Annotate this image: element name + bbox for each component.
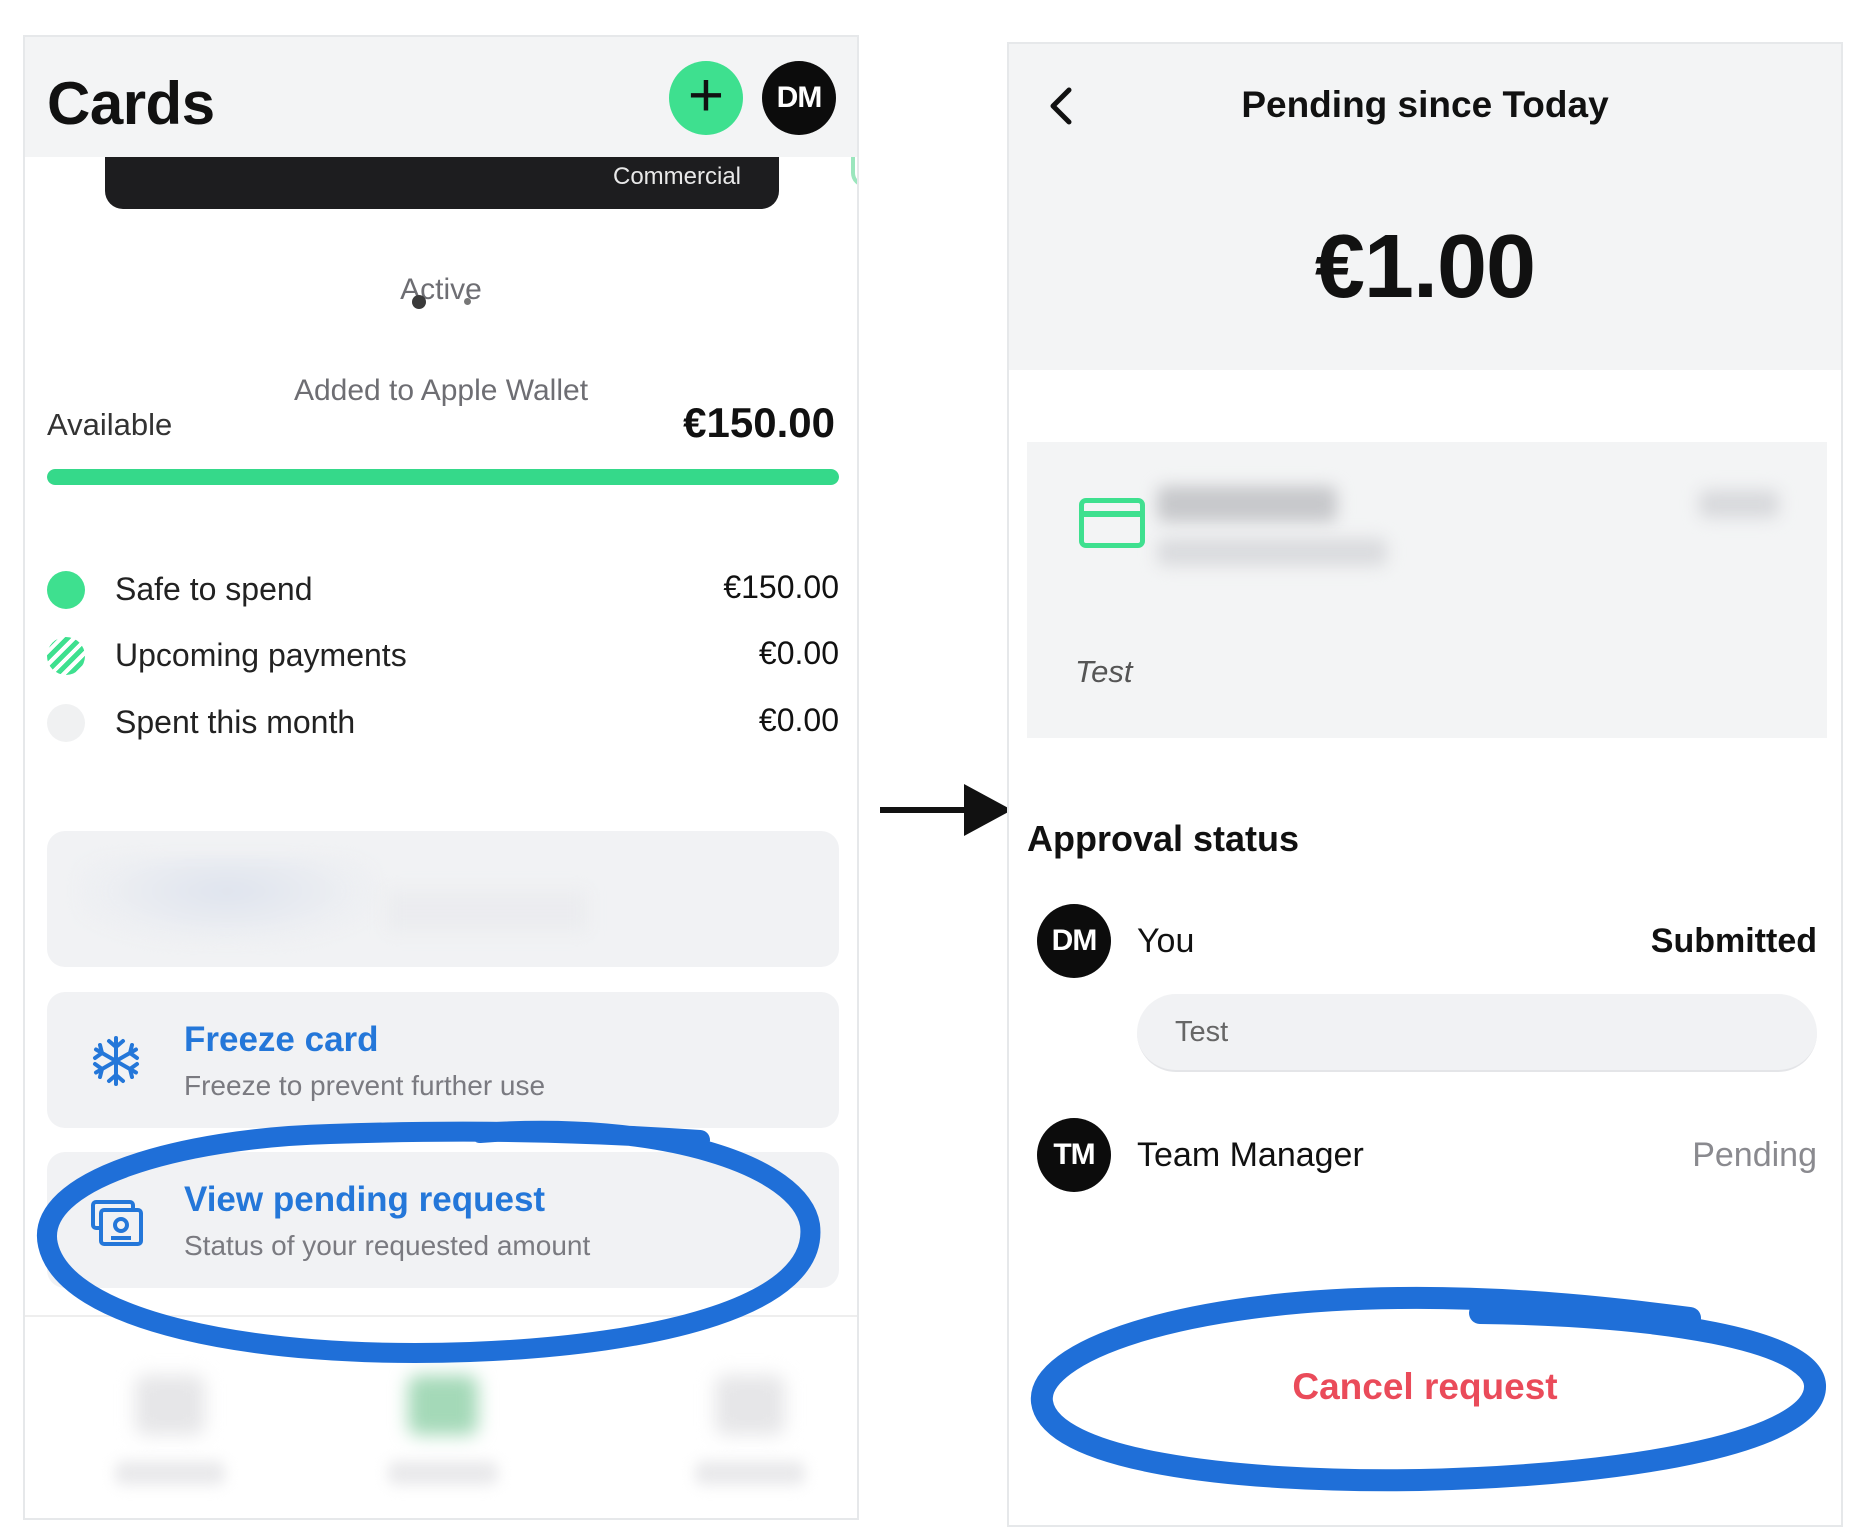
striped-green-dot-icon (47, 637, 85, 675)
solid-green-dot-icon (47, 571, 85, 609)
available-value: €150.00 (683, 399, 835, 446)
flow-arrow-icon (880, 784, 1012, 836)
blurred-panel[interactable] (47, 831, 839, 967)
grey-dot-icon (47, 704, 85, 742)
available-label: Available (47, 407, 173, 442)
tab-blurred-2[interactable] (378, 1375, 508, 1505)
breakdown-row-upcoming: Upcoming payments €0.00 (47, 631, 839, 681)
pending-request-icon (91, 1200, 143, 1246)
approver-name: You (1137, 922, 1195, 960)
approval-status-title: Approval status (1027, 818, 1300, 859)
freeze-card-button[interactable]: Freeze card Freeze to prevent further us… (47, 992, 839, 1128)
view-pending-request-button[interactable]: View pending request Status of your requ… (47, 1152, 839, 1288)
card-pager[interactable] (25, 293, 857, 311)
approver-row: DM You Submitted (1037, 904, 1817, 984)
approver-name: Team Manager (1137, 1136, 1364, 1174)
next-card-peek[interactable] (851, 157, 857, 187)
request-header: Pending since Today €1.00 (1009, 44, 1841, 370)
card-type-label: Commercial (612, 163, 741, 190)
transaction-details-card: Test (1027, 442, 1827, 738)
cards-header: Cards + DM (25, 37, 857, 157)
view-pending-request-title: View pending request (184, 1180, 546, 1219)
tab-blurred-1[interactable] (105, 1375, 235, 1505)
avatar: TM (1037, 1118, 1111, 1192)
breakdown-value: €0.00 (758, 702, 839, 738)
available-progress-fill (47, 469, 839, 485)
approver-row: TM Team Manager Pending (1037, 1118, 1817, 1198)
plus-icon: + (687, 61, 725, 130)
approver-comment: Test (1137, 994, 1817, 1072)
approver-status: Pending (1692, 1136, 1817, 1174)
freeze-card-subtitle: Freeze to prevent further use (184, 1070, 546, 1101)
request-amount: €1.00 (1314, 217, 1536, 317)
snowflake-icon (93, 1036, 139, 1086)
breakdown-label: Upcoming payments (115, 637, 407, 673)
breakdown-value: €0.00 (758, 635, 839, 671)
breakdown-label: Safe to spend (115, 571, 313, 607)
pager-dot (463, 298, 471, 306)
breakdown-label: Spent this month (115, 704, 356, 740)
request-note: Test (1075, 654, 1133, 689)
cards-screen: Cards + DM Commercial Active Added to Ap… (23, 35, 859, 1520)
freeze-card-title: Freeze card (184, 1020, 379, 1059)
breakdown-row-safe: Safe to spend €150.00 (47, 565, 839, 615)
card-preview[interactable]: Commercial (105, 157, 779, 209)
add-card-button[interactable]: + (669, 61, 743, 135)
breakdown-row-spent: Spent this month €0.00 (47, 698, 839, 748)
tab-bar (25, 1315, 857, 1518)
pager-dot-active (411, 294, 426, 309)
card-icon (1079, 498, 1145, 548)
available-progress-bar (47, 469, 839, 485)
blurred-card-name (1157, 486, 1337, 522)
tab-blurred-3[interactable] (685, 1375, 815, 1505)
avatar: DM (1037, 904, 1111, 978)
approver-status: Submitted (1650, 922, 1817, 960)
avatar[interactable]: DM (762, 61, 836, 135)
page-title: Cards (47, 70, 215, 137)
cancel-request-button[interactable]: Cancel request (1009, 1366, 1841, 1408)
page-title: Pending since Today (1241, 84, 1609, 125)
comment-text: Test (1175, 1016, 1229, 1048)
view-pending-request-subtitle: Status of your requested amount (184, 1230, 591, 1261)
blurred-card-meta (1699, 490, 1779, 518)
breakdown-value: €150.00 (723, 569, 839, 605)
pending-request-screen: Pending since Today €1.00 Test Approval … (1007, 42, 1843, 1527)
blurred-card-subtitle (1157, 538, 1387, 566)
